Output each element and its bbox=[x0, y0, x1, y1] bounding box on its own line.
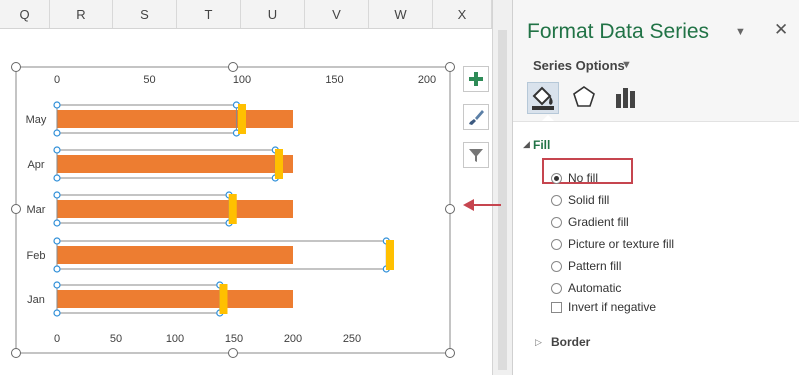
radio-pattern-fill[interactable] bbox=[551, 261, 562, 272]
pane-body: ◢ Fill No fill Solid fill Gradient fill Pic… bbox=[513, 121, 799, 376]
bottom-axis-tick-label: 100 bbox=[166, 333, 184, 345]
bottom-axis-tick-label: 50 bbox=[110, 333, 122, 345]
top-axis-tick-label: 100 bbox=[233, 74, 251, 86]
series-selection-handle[interactable] bbox=[53, 129, 61, 137]
fill-line-tab[interactable] bbox=[527, 82, 559, 114]
filter-icon bbox=[469, 149, 483, 162]
option-label-automatic[interactable]: Automatic bbox=[568, 281, 621, 295]
invert-if-negative-checkbox[interactable] bbox=[551, 302, 562, 313]
option-label-gradient-fill[interactable]: Gradient fill bbox=[568, 215, 629, 229]
data-bar[interactable] bbox=[57, 200, 293, 218]
pane-title: Format Data Series bbox=[527, 20, 710, 43]
marker-bar[interactable] bbox=[219, 284, 228, 314]
chart-resize-handle[interactable] bbox=[445, 348, 455, 358]
data-bar[interactable] bbox=[57, 290, 293, 308]
chart-resize-handle[interactable] bbox=[228, 348, 238, 358]
series-options-dropdown[interactable]: Series Options bbox=[533, 58, 625, 73]
series-selection-handle[interactable] bbox=[53, 101, 61, 109]
marker-bar[interactable] bbox=[275, 149, 283, 179]
scrollbar-thumb[interactable] bbox=[498, 30, 507, 370]
series-selection-handle[interactable] bbox=[53, 219, 61, 227]
category-label: Jan bbox=[27, 294, 45, 306]
marker-bar[interactable] bbox=[386, 240, 394, 270]
category-label: Apr bbox=[27, 159, 44, 171]
collapse-triangle-icon[interactable]: ◢ bbox=[523, 139, 530, 150]
dropdown-icon[interactable]: ▼ bbox=[735, 26, 746, 38]
option-label-solid-fill[interactable]: Solid fill bbox=[568, 193, 609, 207]
chart-resize-handle[interactable] bbox=[445, 204, 455, 214]
close-icon[interactable]: ✕ bbox=[774, 20, 788, 40]
radio-picture-or-texture-fill[interactable] bbox=[551, 239, 562, 250]
format-pane: Format Data Series ▼ ✕ Series Options ▼ … bbox=[512, 0, 799, 376]
pentagon-icon bbox=[573, 86, 595, 107]
data-bar[interactable] bbox=[57, 155, 293, 173]
bottom-axis-tick-label: 250 bbox=[343, 333, 361, 345]
expand-triangle-icon[interactable]: ▷ bbox=[535, 337, 542, 348]
radio-solid-fill[interactable] bbox=[551, 195, 562, 206]
option-label-pattern-fill[interactable]: Pattern fill bbox=[568, 259, 621, 273]
top-axis-tick-label: 50 bbox=[143, 74, 155, 86]
bottom-axis-tick-label: 0 bbox=[54, 333, 60, 345]
chart[interactable]: 0 50 100 150 200 0 50 100 150 200 250 May Apr Mar Feb J… bbox=[0, 0, 492, 375]
chevron-down-icon[interactable]: ▼ bbox=[621, 59, 632, 71]
marker-bar[interactable] bbox=[228, 194, 237, 224]
option-label-picture-or-texture-fill[interactable]: Picture or texture fill bbox=[568, 237, 674, 251]
series-selection-handle[interactable] bbox=[53, 174, 61, 182]
paintbrush-icon bbox=[469, 110, 484, 125]
effects-tab[interactable] bbox=[569, 82, 601, 114]
top-axis-tick-label: 200 bbox=[418, 74, 436, 86]
fill-section-heading[interactable]: Fill bbox=[533, 138, 550, 152]
category-label: May bbox=[26, 114, 47, 126]
radio-automatic[interactable] bbox=[551, 283, 562, 294]
chart-elements-button[interactable] bbox=[463, 66, 489, 92]
marker-bar[interactable] bbox=[238, 104, 246, 134]
chart-resize-handle[interactable] bbox=[11, 348, 21, 358]
series-selection-handle[interactable] bbox=[53, 237, 61, 245]
data-bar[interactable] bbox=[57, 110, 293, 128]
category-label: Mar bbox=[27, 204, 46, 216]
bar-chart-icon bbox=[616, 88, 635, 108]
option-label-no-fill[interactable]: No fill bbox=[568, 171, 598, 185]
bottom-axis-tick-label: 150 bbox=[225, 333, 243, 345]
series-selection-handle[interactable] bbox=[53, 309, 61, 317]
data-bar[interactable] bbox=[57, 246, 293, 264]
chart-filters-button[interactable] bbox=[463, 142, 489, 168]
series-selection-handle[interactable] bbox=[53, 281, 61, 289]
vertical-scrollbar[interactable] bbox=[492, 0, 512, 375]
radio-gradient-fill[interactable] bbox=[551, 217, 562, 228]
bottom-axis-tick-label: 200 bbox=[284, 333, 302, 345]
top-axis-tick-label: 0 bbox=[54, 74, 60, 86]
border-section-heading[interactable]: Border bbox=[551, 335, 590, 349]
worksheet-area: QRSTUVWX 0 50 100 150 200 0 50 100 150 200 250 May A… bbox=[0, 0, 492, 375]
chart-resize-handle[interactable] bbox=[445, 62, 455, 72]
radio-no-fill[interactable] bbox=[551, 173, 562, 184]
plus-icon bbox=[469, 72, 483, 86]
chart-resize-handle[interactable] bbox=[228, 62, 238, 72]
series-selection-handle[interactable] bbox=[53, 191, 61, 199]
series-options-tab[interactable] bbox=[610, 82, 642, 114]
series-selection-handle[interactable] bbox=[53, 265, 61, 273]
invert-if-negative-label[interactable]: Invert if negative bbox=[568, 300, 656, 314]
category-label: Feb bbox=[27, 250, 46, 262]
chart-styles-button[interactable] bbox=[463, 104, 489, 130]
series-selection-handle[interactable] bbox=[53, 146, 61, 154]
top-axis-tick-label: 150 bbox=[325, 74, 343, 86]
chart-resize-handle[interactable] bbox=[11, 62, 21, 72]
chart-resize-handle[interactable] bbox=[11, 204, 21, 214]
paint-bucket-icon bbox=[532, 86, 554, 110]
